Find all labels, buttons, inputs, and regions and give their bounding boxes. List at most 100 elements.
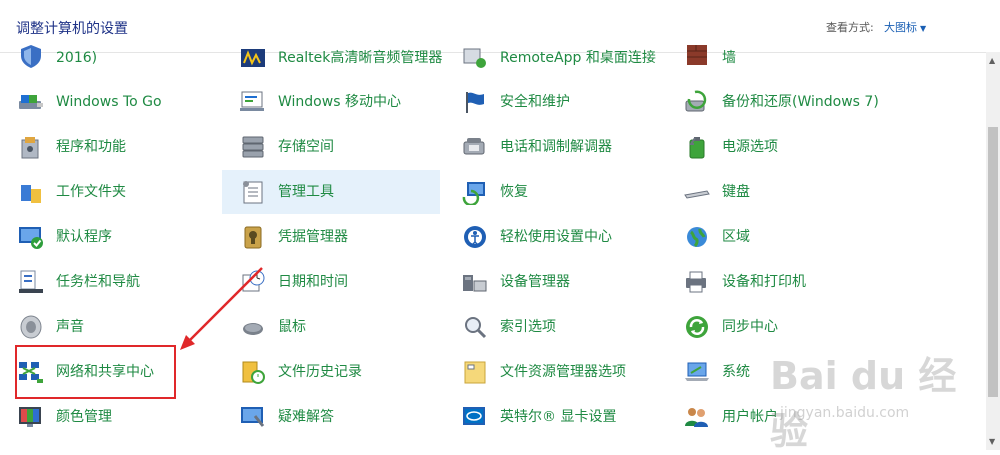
- item-label: 安全和维护: [500, 94, 570, 110]
- item-label: 电源选项: [722, 139, 778, 155]
- item-sound[interactable]: 声音: [0, 305, 218, 349]
- item-color-management[interactable]: 颜色管理: [0, 395, 218, 439]
- default-programs-icon: [16, 222, 46, 252]
- globe-icon: [682, 222, 712, 252]
- scroll-up-icon[interactable]: ▲: [989, 56, 995, 65]
- view-by-value: 大图标: [884, 21, 917, 34]
- color-management-icon: [16, 402, 46, 432]
- item-date-time[interactable]: 日期和时间: [222, 260, 440, 304]
- item-label: 日期和时间: [278, 274, 348, 290]
- item-keyboard[interactable]: 键盘: [666, 170, 884, 214]
- item-file-history[interactable]: 文件历史记录: [222, 350, 440, 394]
- speaker-icon: [16, 312, 46, 342]
- item-security-maintenance[interactable]: 安全和维护: [444, 80, 662, 124]
- magnifier-icon: [460, 312, 490, 342]
- item-system[interactable]: 系统: [666, 350, 884, 394]
- item-network-sharing-center[interactable]: 网络和共享中心: [0, 350, 218, 394]
- admin-tools-icon: [238, 177, 268, 207]
- item-credential-manager[interactable]: 凭据管理器: [222, 215, 440, 259]
- brick-wall-icon: [682, 45, 712, 71]
- item-device-manager[interactable]: 设备管理器: [444, 260, 662, 304]
- item-user-accounts[interactable]: 用户帐户: [666, 395, 884, 439]
- item-label: 索引选项: [500, 319, 556, 335]
- item-label: RemoteApp 和桌面连接: [500, 50, 656, 66]
- item-taskbar-navigation[interactable]: 任务栏和导航: [0, 260, 218, 304]
- users-icon: [682, 402, 712, 432]
- item-programs-features[interactable]: 程序和功能: [0, 125, 218, 169]
- remoteapp-icon: [460, 45, 490, 73]
- storage-icon: [238, 132, 268, 162]
- item-recovery[interactable]: 恢复: [444, 170, 662, 214]
- printer-icon: [682, 267, 712, 297]
- item-default-programs[interactable]: 默认程序: [0, 215, 218, 259]
- clock-icon: [238, 267, 268, 297]
- laptop-icon: [682, 357, 712, 387]
- item-label: 存储空间: [278, 139, 334, 155]
- item-power-options[interactable]: 电源选项: [666, 125, 884, 169]
- file-history-icon: [238, 357, 268, 387]
- item-region[interactable]: 区域: [666, 215, 884, 259]
- item-indexing-options[interactable]: 索引选项: [444, 305, 662, 349]
- item-remoteapp[interactable]: RemoteApp 和桌面连接: [444, 45, 662, 80]
- item-file-explorer-options[interactable]: 文件资源管理器选项: [444, 350, 662, 394]
- phone-icon: [460, 132, 490, 162]
- item-label: 轻松使用设置中心: [500, 229, 612, 245]
- item-label: 凭据管理器: [278, 229, 348, 245]
- control-panel-items: 2016) Windows To Go 程序和功能 工作文件夹 默认程序 任务栏…: [0, 45, 986, 450]
- item-label: 电话和调制解调器: [500, 139, 612, 155]
- item-label: 键盘: [722, 184, 750, 200]
- item-label: 声音: [56, 319, 84, 335]
- item-label: 疑难解答: [278, 409, 334, 425]
- item-storage-spaces[interactable]: 存储空间: [222, 125, 440, 169]
- scrollbar[interactable]: ▲ ▼: [986, 52, 1000, 450]
- item-phone-modem[interactable]: 电话和调制解调器: [444, 125, 662, 169]
- folder-icon: [16, 177, 46, 207]
- mouse-icon: [238, 312, 268, 342]
- item-windows-mobility-center[interactable]: Windows 移动中心: [222, 80, 440, 124]
- programs-icon: [16, 132, 46, 162]
- item-label: Realtek高清晰音频管理器: [278, 50, 443, 66]
- keyboard-icon: [682, 177, 712, 207]
- page-title: 调整计算机的设置: [16, 21, 128, 37]
- item-administrative-tools[interactable]: 管理工具: [222, 170, 440, 214]
- network-icon: [16, 357, 46, 387]
- view-by-dropdown[interactable]: 大图标 ▼: [884, 19, 926, 35]
- accessibility-icon: [460, 222, 490, 252]
- item-label: 2016): [56, 50, 98, 66]
- item-firewall-wall[interactable]: 墙: [666, 45, 884, 85]
- flag-icon: [460, 87, 490, 117]
- item-label: 文件资源管理器选项: [500, 364, 626, 380]
- item-label: 网络和共享中心: [56, 364, 154, 380]
- partial-item-icon: [26, 443, 38, 450]
- item-work-folders[interactable]: 工作文件夹: [0, 170, 218, 214]
- chevron-down-icon: ▼: [920, 24, 927, 33]
- item-label: Windows To Go: [56, 94, 162, 110]
- item-backup-restore[interactable]: 备份和还原(Windows 7): [666, 80, 884, 124]
- folder-options-icon: [460, 357, 490, 387]
- item-label: 系统: [722, 364, 750, 380]
- troubleshoot-icon: [238, 402, 268, 432]
- item-mouse[interactable]: 鼠标: [222, 305, 440, 349]
- item-label: 设备和打印机: [722, 274, 806, 290]
- device-manager-icon: [460, 267, 490, 297]
- item-intel-graphics[interactable]: 英特尔® 显卡设置: [444, 395, 662, 439]
- item-label: 区域: [722, 229, 750, 245]
- mobility-center-icon: [238, 87, 268, 117]
- item-firewall-partial[interactable]: 2016): [0, 45, 218, 85]
- item-label: 鼠标: [278, 319, 306, 335]
- item-devices-printers[interactable]: 设备和打印机: [666, 260, 884, 304]
- item-ease-of-access[interactable]: 轻松使用设置中心: [444, 215, 662, 259]
- item-label: 程序和功能: [56, 139, 126, 155]
- item-realtek-audio[interactable]: Realtek高清晰音频管理器: [222, 45, 443, 80]
- item-label: 恢复: [500, 184, 528, 200]
- intel-icon: [460, 402, 490, 432]
- realtek-icon: [238, 45, 268, 73]
- item-sync-center[interactable]: 同步中心: [666, 305, 884, 349]
- item-troubleshooting[interactable]: 疑难解答: [222, 395, 440, 439]
- scrollbar-thumb[interactable]: [988, 127, 998, 397]
- recovery-icon: [460, 177, 490, 207]
- battery-icon: [682, 132, 712, 162]
- scroll-down-icon[interactable]: ▼: [989, 437, 995, 446]
- item-label: 设备管理器: [500, 274, 570, 290]
- item-windows-to-go[interactable]: Windows To Go: [0, 80, 218, 124]
